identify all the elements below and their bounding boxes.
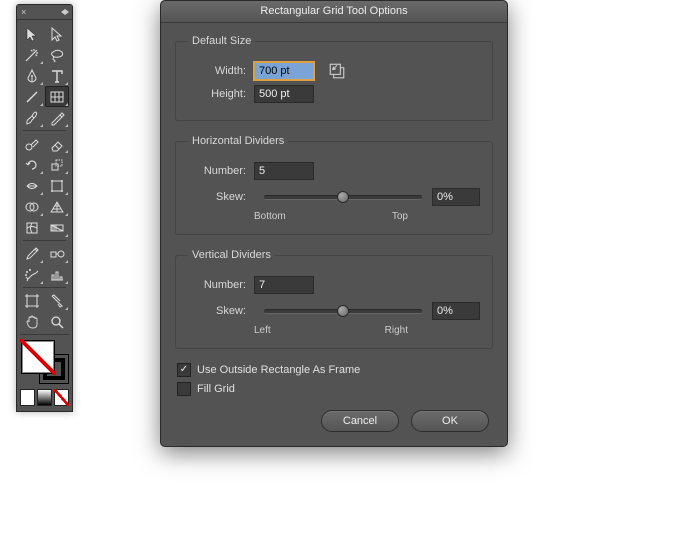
collapse-icon[interactable] (61, 9, 68, 15)
color-mode-gradient[interactable] (37, 389, 52, 406)
ok-button[interactable]: OK (411, 410, 489, 432)
height-input[interactable] (254, 85, 314, 103)
column-graph-tool[interactable] (45, 264, 69, 285)
line-segment-tool[interactable] (20, 86, 44, 107)
hand-tool[interactable] (20, 311, 44, 332)
use-outside-rectangle-label: Use Outside Rectangle As Frame (197, 364, 360, 376)
h-skew-left-label: Bottom (254, 211, 286, 222)
dialog-title[interactable]: Rectangular Grid Tool Options (161, 1, 507, 23)
slider-thumb[interactable] (337, 305, 349, 317)
checkbox-icon (177, 363, 191, 377)
color-mode-solid[interactable] (20, 389, 35, 406)
divider (23, 287, 66, 288)
perspective-grid-tool[interactable] (45, 196, 69, 217)
divider (20, 334, 69, 335)
color-mode-none[interactable] (54, 389, 69, 406)
fill-grid-label: Fill Grid (197, 383, 235, 395)
mesh-tool[interactable] (20, 217, 44, 238)
fill-grid-checkbox[interactable]: Fill Grid (177, 382, 493, 396)
width-label: Width: (188, 65, 246, 77)
type-tool[interactable] (45, 65, 69, 86)
divider (23, 130, 66, 131)
v-number-input[interactable] (254, 276, 314, 294)
scale-tool[interactable] (45, 154, 69, 175)
pen-tool[interactable] (20, 65, 44, 86)
zoom-tool[interactable] (45, 311, 69, 332)
width-input[interactable] (254, 62, 314, 80)
h-skew-slider[interactable] (264, 190, 422, 204)
slice-tool[interactable] (45, 290, 69, 311)
h-skew-right-label: Top (392, 211, 408, 222)
artboard-tool[interactable] (20, 290, 44, 311)
pencil-tool[interactable] (45, 107, 69, 128)
v-skew-left-label: Left (254, 325, 271, 336)
tools-panel-header[interactable]: × (17, 5, 72, 20)
tools-panel: × (16, 4, 73, 412)
blob-brush-tool[interactable] (20, 133, 44, 154)
eyedropper-tool[interactable] (20, 243, 44, 264)
checkbox-icon (177, 382, 191, 396)
vertical-legend: Vertical Dividers (188, 249, 275, 261)
horizontal-dividers-group: Horizontal Dividers Number: Skew: Bottom… (175, 135, 493, 235)
default-size-group: Default Size Width: Height: (175, 35, 493, 121)
gradient-tool[interactable] (45, 217, 69, 238)
blend-tool[interactable] (45, 243, 69, 264)
h-skew-value[interactable] (432, 188, 480, 206)
eraser-tool[interactable] (45, 133, 69, 154)
constrain-proportions-icon[interactable] (328, 62, 346, 80)
direct-selection-tool[interactable] (45, 23, 69, 44)
vertical-dividers-group: Vertical Dividers Number: Skew: Left Rig… (175, 249, 493, 349)
free-transform-tool[interactable] (45, 175, 69, 196)
h-number-label: Number: (188, 165, 246, 177)
h-skew-label: Skew: (188, 191, 246, 203)
v-skew-value[interactable] (432, 302, 480, 320)
h-number-input[interactable] (254, 162, 314, 180)
v-skew-right-label: Right (385, 325, 408, 336)
rectangular-grid-tool[interactable] (45, 86, 69, 107)
height-label: Height: (188, 88, 246, 100)
lasso-tool[interactable] (45, 44, 69, 65)
width-tool[interactable] (20, 175, 44, 196)
v-skew-label: Skew: (188, 305, 246, 317)
shape-builder-tool[interactable] (20, 196, 44, 217)
fill-stroke-block (17, 337, 72, 387)
fill-swatch[interactable] (21, 340, 55, 374)
v-number-label: Number: (188, 279, 246, 291)
cancel-button[interactable]: Cancel (321, 410, 399, 432)
paintbrush-tool[interactable] (20, 107, 44, 128)
rotate-tool[interactable] (20, 154, 44, 175)
selection-tool[interactable] (20, 23, 44, 44)
magic-wand-tool[interactable] (20, 44, 44, 65)
divider (23, 240, 66, 241)
grid-tool-options-dialog: Rectangular Grid Tool Options Default Si… (160, 0, 508, 447)
default-size-legend: Default Size (188, 35, 255, 47)
v-skew-slider[interactable] (264, 304, 422, 318)
horizontal-legend: Horizontal Dividers (188, 135, 288, 147)
close-icon[interactable]: × (21, 8, 30, 17)
use-outside-rectangle-checkbox[interactable]: Use Outside Rectangle As Frame (177, 363, 493, 377)
slider-thumb[interactable] (337, 191, 349, 203)
symbol-sprayer-tool[interactable] (20, 264, 44, 285)
